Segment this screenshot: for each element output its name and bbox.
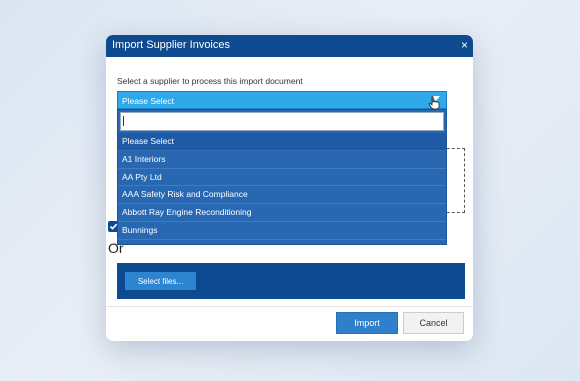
import-supplier-invoices-dialog: Import Supplier Invoices × Select a supp… [106,35,473,341]
footer-divider [106,306,473,307]
supplier-option[interactable]: A1 Interiors [118,151,446,169]
dialog-title: Import Supplier Invoices [112,39,230,51]
supplier-option[interactable]: Abbott Ray Engine Reconditioning [118,204,446,222]
hand-pointer-icon [428,96,440,110]
text-cursor [123,116,124,126]
import-button[interactable]: Import [336,312,398,334]
supplier-option[interactable]: Bunnings [118,222,446,240]
supplier-option[interactable]: Please Select [118,133,446,151]
supplier-select-value: Please Select [122,96,174,106]
supplier-dropdown: Please Select A1 Interiors AA Pty Ltd AA… [117,109,447,245]
supplier-select[interactable]: Please Select [117,91,447,109]
close-icon[interactable]: × [461,38,468,52]
supplier-option[interactable]: AA Pty Ltd [118,169,446,187]
upload-panel: Select files... [117,263,465,299]
cancel-button[interactable]: Cancel [403,312,464,334]
supplier-option-list: Please Select A1 Interiors AA Pty Ltd AA… [118,133,446,240]
select-files-button[interactable]: Select files... [125,272,196,290]
supplier-search-input[interactable] [120,112,444,131]
dialog-title-bar: Import Supplier Invoices × [106,35,473,57]
supplier-prompt-label: Select a supplier to process this import… [117,76,303,86]
supplier-option[interactable]: AAA Safety Risk and Compliance [118,186,446,205]
